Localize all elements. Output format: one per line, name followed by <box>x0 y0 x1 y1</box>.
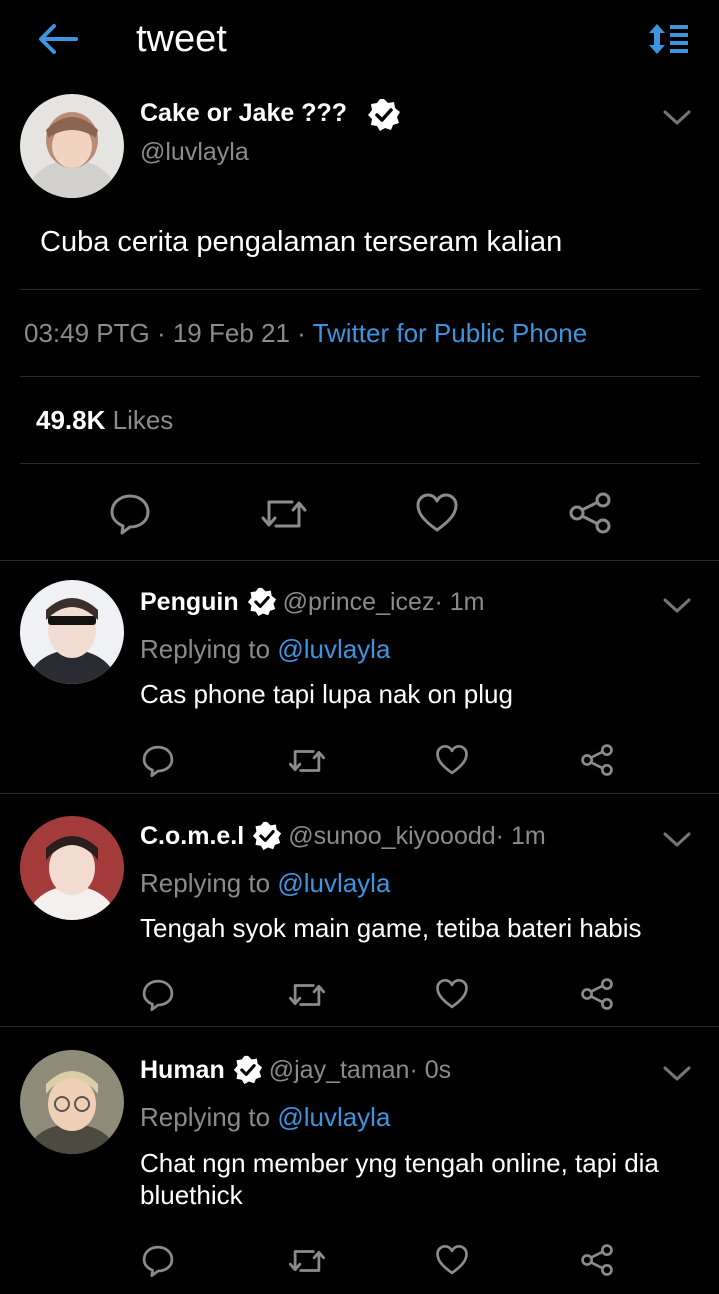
reply-button[interactable] <box>141 978 175 1012</box>
avatar[interactable] <box>20 94 124 198</box>
replying-label: Replying to <box>140 868 278 898</box>
divider <box>0 1026 719 1027</box>
share-icon <box>581 744 613 776</box>
share-button[interactable] <box>580 744 614 776</box>
share-button[interactable] <box>580 978 614 1010</box>
share-button[interactable] <box>568 492 612 534</box>
retweet-icon <box>288 1250 326 1272</box>
tweet-source-link[interactable]: Twitter for Public Phone <box>313 318 588 348</box>
share-icon <box>581 978 613 1010</box>
avatar[interactable] <box>20 1050 124 1154</box>
avatar[interactable] <box>20 816 124 920</box>
chevron-down-icon[interactable] <box>663 832 691 848</box>
heart-icon <box>436 978 468 1009</box>
reply-button[interactable] <box>141 1244 175 1278</box>
reply-author-handle[interactable]: @prince_icez <box>283 588 435 617</box>
tweet-date: 19 Feb 21 <box>172 318 290 348</box>
replying-to-link[interactable]: @luvlayla <box>277 634 390 664</box>
reply-text: Chat ngn member yng tengah online, tapi … <box>140 1148 659 1210</box>
verified-badge-icon <box>368 99 400 131</box>
divider <box>0 560 719 561</box>
replying-to: Replying to @luvlayla <box>140 868 390 899</box>
replying-to-link[interactable]: @luvlayla <box>277 1102 390 1132</box>
reply-text: Cas phone tapi lupa nak on plug <box>140 679 513 709</box>
arrow-left-icon[interactable] <box>36 22 78 56</box>
separator: · <box>289 318 313 348</box>
reply-author-name[interactable]: Penguin <box>140 588 239 617</box>
like-button[interactable] <box>415 492 459 534</box>
reply-icon <box>142 1245 174 1278</box>
reply-author-name[interactable]: Human <box>140 1056 225 1085</box>
heart-icon <box>436 744 468 775</box>
chevron-down-icon[interactable] <box>663 1066 691 1082</box>
divider <box>20 289 700 290</box>
heart-icon <box>416 493 458 532</box>
author-name[interactable]: Cake or Jake ??? <box>140 99 347 128</box>
like-button[interactable] <box>435 1244 469 1276</box>
chevron-down-icon[interactable] <box>663 110 691 126</box>
replying-to: Replying to @luvlayla <box>140 1102 390 1133</box>
reply-header: C.o.m.e.l @sunoo_kiyooodd · 1m <box>140 821 546 851</box>
reply-time: · 0s <box>409 1055 452 1084</box>
reply-icon <box>110 494 150 535</box>
retweet-icon <box>288 984 326 1006</box>
chevron-down-icon[interactable] <box>663 598 691 614</box>
replying-to-link[interactable]: @luvlayla <box>277 868 390 898</box>
share-button[interactable] <box>580 1244 614 1276</box>
retweet-button[interactable] <box>288 979 326 1011</box>
divider <box>0 793 719 794</box>
retweet-button[interactable] <box>288 745 326 777</box>
reply-header: Human @jay_taman · 0s <box>140 1055 451 1085</box>
reply-icon <box>142 979 174 1012</box>
verified-badge-icon <box>253 821 282 851</box>
tweet-text: Cuba cerita pengalaman terseram kalian <box>40 226 563 258</box>
likes-label: Likes <box>105 405 174 435</box>
avatar[interactable] <box>20 580 124 684</box>
top-bar: tweet <box>0 0 719 82</box>
share-icon <box>581 1244 613 1276</box>
reply-button[interactable] <box>108 492 152 536</box>
retweet-icon <box>261 500 307 528</box>
tweet-meta: 03:49 PTG · 19 Feb 21 · Twitter for Publ… <box>24 318 587 349</box>
verified-badge-icon <box>247 587 276 617</box>
retweet-icon <box>288 750 326 772</box>
heart-icon <box>436 1244 468 1275</box>
likes-count: 49.8K <box>36 405 106 435</box>
reply-header: Penguin @prince_icez · 1m <box>140 587 484 617</box>
sort-icon[interactable] <box>647 22 691 56</box>
separator: · <box>149 318 173 348</box>
divider <box>20 376 700 377</box>
reply-time: · 1m <box>495 821 546 850</box>
share-icon <box>569 492 611 534</box>
retweet-button[interactable] <box>260 494 308 534</box>
tweet-time: 03:49 PTG <box>24 318 150 348</box>
likes-stat[interactable]: 49.8K Likes <box>36 405 173 436</box>
reply-time: · 1m <box>434 587 485 616</box>
reply-button[interactable] <box>141 744 175 778</box>
like-button[interactable] <box>435 744 469 776</box>
reply-author-handle[interactable]: @sunoo_kiyooodd <box>288 822 495 851</box>
reply-author-name[interactable]: C.o.m.e.l <box>140 822 244 851</box>
reply-icon <box>142 745 174 778</box>
divider <box>20 463 700 464</box>
author-handle[interactable]: @luvlayla <box>140 138 249 167</box>
replying-label: Replying to <box>140 1102 278 1132</box>
reply-author-handle[interactable]: @jay_taman <box>269 1056 410 1085</box>
retweet-button[interactable] <box>288 1245 326 1277</box>
replying-label: Replying to <box>140 634 278 664</box>
page-title: tweet <box>136 18 227 60</box>
verified-badge-icon <box>233 1055 262 1085</box>
reply-text: Tengah syok main game, tetiba bateri hab… <box>140 913 642 943</box>
like-button[interactable] <box>435 978 469 1010</box>
replying-to: Replying to @luvlayla <box>140 634 390 665</box>
